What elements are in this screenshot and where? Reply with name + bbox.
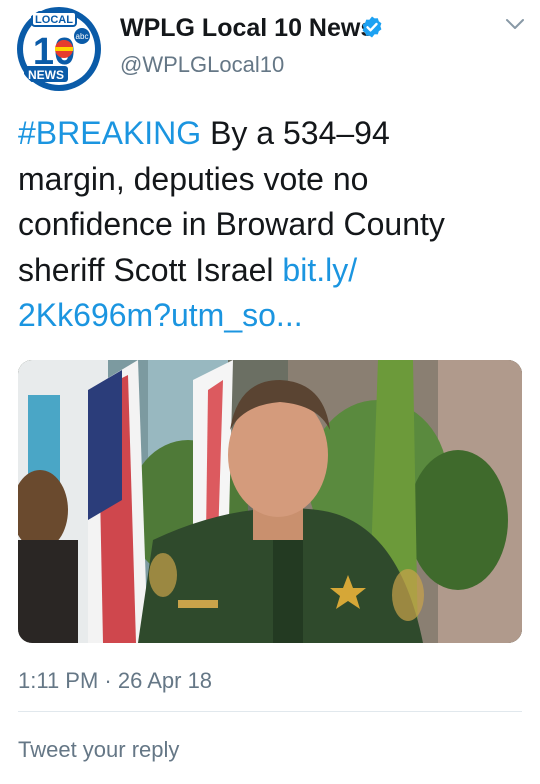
user-handle[interactable]: @WPLGLocal10: [120, 52, 284, 78]
avatar-network: abc: [76, 32, 89, 41]
tweet-timestamp[interactable]: 1:11 PM · 26 Apr 18: [18, 668, 212, 694]
hashtag-link[interactable]: #BREAKING: [18, 115, 201, 151]
tweet-text-line1: By a 534–94: [201, 115, 390, 151]
display-name[interactable]: WPLG Local 10 News: [120, 14, 374, 43]
tweet-text-line2: margin, deputies vote no: [18, 160, 369, 197]
verified-badge-icon: [362, 16, 382, 38]
news-photo-icon: [18, 360, 522, 643]
avatar-bottom-word: NEWS: [28, 68, 64, 82]
avatar-top-word: LOCAL: [35, 14, 73, 26]
tweet-media-image[interactable]: [18, 360, 522, 643]
url-link-part1[interactable]: bit.ly/: [282, 252, 357, 288]
tweet-header: LOCAL 10 abc NEWS WPLG Local 10 News @WP…: [0, 0, 540, 100]
url-link-part2[interactable]: 2Kk696m?utm_so...: [18, 297, 303, 333]
local10-logo-icon: LOCAL 10 abc NEWS: [17, 7, 101, 91]
reply-input[interactable]: Tweet your reply: [0, 713, 540, 784]
avatar[interactable]: LOCAL 10 abc NEWS: [16, 6, 102, 92]
chevron-down-icon[interactable]: [504, 16, 526, 32]
reply-placeholder: Tweet your reply: [18, 737, 180, 762]
tweet-text: #BREAKING By a 534–94 margin, deputies v…: [18, 111, 518, 339]
tweet-text-line3: confidence in Broward County: [18, 206, 445, 242]
divider: [18, 711, 522, 712]
tweet-text-line4: sheriff Scott Israel: [18, 251, 283, 288]
